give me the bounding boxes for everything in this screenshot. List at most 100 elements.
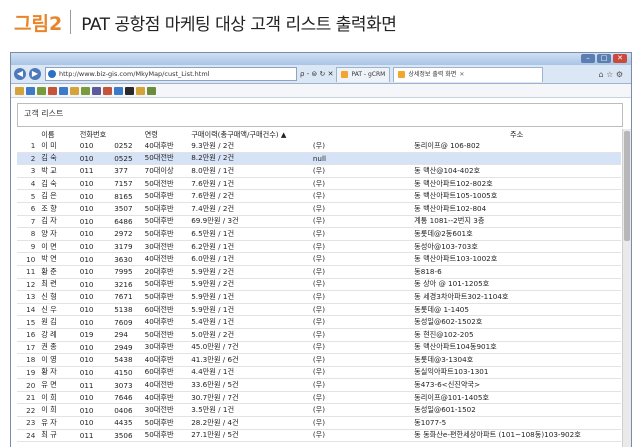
- table-cell: 010: [79, 229, 94, 239]
- table-cell: (우): [312, 405, 326, 415]
- address-url: http://www.biz-gis.com/MkyMap/cust_List.…: [59, 70, 210, 78]
- table-cell: 30대후반: [144, 342, 174, 352]
- table-cell: (우): [312, 367, 326, 377]
- scrollbar-thumb[interactable]: [624, 131, 630, 241]
- table-row[interactable]: 10 박 연 010 3630 40대전반 6.0만원 / 1건 (우) 동 맥산아파트103…: [17, 253, 621, 266]
- column-header[interactable]: 전화번호: [78, 129, 112, 140]
- table-cell: 41.3만원 / 6건: [191, 354, 239, 364]
- column-header[interactable]: [112, 129, 142, 140]
- table-row[interactable]: 2 김 숙 010 0525 50대전반 8.2만원 / 2건 null: [17, 152, 621, 165]
- table-cell: 28.2만원 / 4건: [191, 417, 239, 427]
- close-icon[interactable]: ✕: [613, 54, 627, 63]
- table-cell: 377: [114, 166, 128, 176]
- table-row[interactable]: 16 강 례 019 294 50대전반 5.0만원 / 2건 (우) 동 현진@102-20…: [17, 328, 621, 341]
- table-cell: 20: [26, 380, 36, 390]
- table-cell: 6: [30, 204, 36, 214]
- table-cell: 동 현진@102-205: [414, 329, 474, 339]
- table-row[interactable]: 6 조 향 010 3507 50대후반 7.4만원 / 2건 (우) 동 백산아파트102-…: [17, 202, 621, 216]
- table-row[interactable]: 4 김 숙 010 7157 50대전반 7.6만원 / 1건 (우) 동 맥산아파트102-…: [17, 177, 621, 190]
- address-tools[interactable]: ρ - ⊜ ↻ ✕: [300, 70, 333, 78]
- minimize-icon[interactable]: –: [581, 54, 595, 63]
- table-row[interactable]: 5 김 은 010 8165 50대후반 7.6만원 / 2건 (우) 동 백산아파트105-…: [17, 190, 621, 203]
- table-cell: 동롯데@ 1-1405: [414, 304, 469, 314]
- table-cell: 5: [30, 191, 36, 201]
- toolbar-tool-icon[interactable]: [37, 86, 46, 95]
- toolbar-tool-icon[interactable]: [48, 86, 57, 95]
- column-header[interactable]: [17, 129, 39, 140]
- table-cell: 50대후반: [144, 417, 174, 427]
- column-header[interactable]: 연령: [143, 129, 190, 140]
- table-cell: 이 희: [41, 405, 57, 415]
- table-cell: 019: [79, 330, 94, 340]
- table-cell: 3179: [114, 242, 133, 252]
- table-cell: 동성일@602-1502호: [414, 317, 483, 327]
- forward-button[interactable]: ▶: [29, 68, 41, 80]
- table-cell: 동818-6: [414, 266, 442, 276]
- table-cell: 010: [79, 342, 94, 352]
- window-titlebar: – □ ✕: [11, 53, 631, 65]
- toolbar-tool-icon[interactable]: [125, 86, 134, 95]
- table-cell: 8: [30, 229, 36, 239]
- table-row[interactable]: 14 신 우 010 5138 60대전반 5.9만원 / 1건 (우) 동롯데@ 1-140…: [17, 303, 621, 316]
- table-row[interactable]: 11 황 준 010 7995 20대후반 5.9만원 / 2건 (우) 동818-6: [17, 265, 621, 279]
- ie-icon: [48, 70, 56, 78]
- table-row[interactable]: 22 이 희 010 0406 30대전반 3.5만원 / 1건 (우) 동성일@601-15…: [17, 404, 621, 417]
- table-row[interactable]: 7 김 자 010 6486 50대후반 69.9만원 / 3건 (우) 계통 1081--2…: [17, 215, 621, 228]
- vertical-scrollbar[interactable]: [622, 129, 631, 447]
- toolbar-tool-icon[interactable]: [70, 86, 79, 95]
- table-row[interactable]: 21 이 희 010 7646 40대후반 30.7만원 / 7건 (우) 동리이프@101-…: [17, 391, 621, 404]
- table-cell: 김 자: [41, 216, 57, 226]
- table-row[interactable]: 23 유 자 010 4435 50대후반 28.2만원 / 4건 (우) 동1077-5: [17, 417, 621, 430]
- toolbar-tool-icon[interactable]: [26, 86, 35, 95]
- table-row[interactable]: 20 유 면 011 3073 40대전반 33.6만원 / 5건 (우) 동473-6<신진…: [17, 379, 621, 392]
- table-cell: 동 세경3차아파트302-1104호: [414, 291, 509, 301]
- toolbar-tool-icon[interactable]: [92, 86, 101, 95]
- toolbar-tool-icon[interactable]: [147, 86, 156, 95]
- table-cell: 권 종: [41, 342, 57, 352]
- tab-gcrm[interactable]: PAT - gCRM: [336, 66, 391, 82]
- table-cell: 0406: [114, 405, 133, 415]
- toolbar-tool-icon[interactable]: [136, 86, 145, 95]
- table-row[interactable]: 9 이 면 010 3179 30대전반 6.2만원 / 1건 (우) 동성아@103-703…: [17, 240, 621, 253]
- table-cell: 3: [30, 166, 36, 176]
- table-row[interactable]: 15 원 김 010 7609 40대후반 5.4만원 / 1건 (우) 동성일@602-15…: [17, 316, 621, 329]
- table-row[interactable]: 19 황 자 010 4150 60대후반 4.4만원 / 1건 (우) 동실익아파트103-…: [17, 366, 621, 379]
- table-row[interactable]: 17 권 종 010 2949 30대후반 45.0만원 / 7건 (우) 동 맥산아파트10…: [17, 341, 621, 354]
- table-row[interactable]: 13 신 형 010 7671 50대후반 5.9만원 / 1건 (우) 동 세경3차아파트3…: [17, 291, 621, 304]
- table-cell: 50대후반: [144, 279, 174, 289]
- column-header[interactable]: 이름: [39, 129, 78, 140]
- back-button[interactable]: ◀: [14, 68, 26, 80]
- toolbar-tool-icon[interactable]: [59, 86, 68, 95]
- address-bar[interactable]: http://www.biz-gis.com/MkyMap/cust_List.…: [45, 67, 297, 81]
- table-cell: 3073: [114, 380, 133, 390]
- toolbar-tool-icon[interactable]: [81, 86, 90, 95]
- tab-detail[interactable]: 상세정보 출력 화면 ✕: [393, 66, 544, 82]
- tab-close-icon[interactable]: ✕: [459, 68, 464, 82]
- table-cell: 동 동화산e-편한세상아파트 (101~108동)103-902호: [414, 430, 581, 440]
- table-cell: 이 미: [41, 140, 57, 150]
- toolbar-tool-icon[interactable]: [15, 86, 24, 95]
- column-header[interactable]: [311, 129, 412, 140]
- table-row[interactable]: 24 최 규 011 3506 50대후반 27.1만원 / 5건 (우) 동 동화산e-편한…: [17, 429, 621, 442]
- maximize-icon[interactable]: □: [597, 54, 611, 63]
- table-cell: 60대후반: [144, 367, 174, 377]
- browser-right-icons[interactable]: ⌂ ☆ ⚙: [598, 70, 623, 79]
- table-row[interactable]: 3 박 교 011 377 70대이상 8.0만원 / 1건 (우) 동 맥산@104-402…: [17, 165, 621, 178]
- table-cell: 신 형: [41, 291, 57, 301]
- table-cell: 60대전반: [144, 304, 174, 314]
- column-header[interactable]: 주소: [412, 129, 621, 140]
- table-cell: 황 준: [41, 266, 57, 276]
- table-cell: (우): [312, 140, 326, 150]
- toolbar-tool-icon[interactable]: [114, 86, 123, 95]
- toolbar-tool-icon[interactable]: [103, 86, 112, 95]
- table-cell: 동실익아파트103-1301: [414, 367, 489, 377]
- table-row[interactable]: 8 양 자 010 2972 50대후반 6.5만원 / 1건 (우) 동롯데@2동601호: [17, 228, 621, 241]
- figure-title: PAT 공항점 마케팅 대상 고객 리스트 출력화면: [81, 14, 397, 35]
- table-row[interactable]: 1 이 미 010 0252 40대후반 9.3만원 / 2건 (우) 동리이프@ 106-8…: [17, 140, 621, 153]
- table-cell: 4150: [114, 367, 133, 377]
- table-cell: (우): [312, 279, 326, 289]
- column-header[interactable]: 구매이력(총구매액/구매건수) ▲: [189, 129, 311, 140]
- table-cell: 011: [79, 380, 94, 390]
- table-row[interactable]: 18 이 영 010 5438 40대후반 41.3만원 / 6건 (우) 동롯데@3-130…: [17, 354, 621, 367]
- table-row[interactable]: 12 최 련 010 3216 50대후반 5.9만원 / 2건 (우) 동 상아 @ 101…: [17, 278, 621, 291]
